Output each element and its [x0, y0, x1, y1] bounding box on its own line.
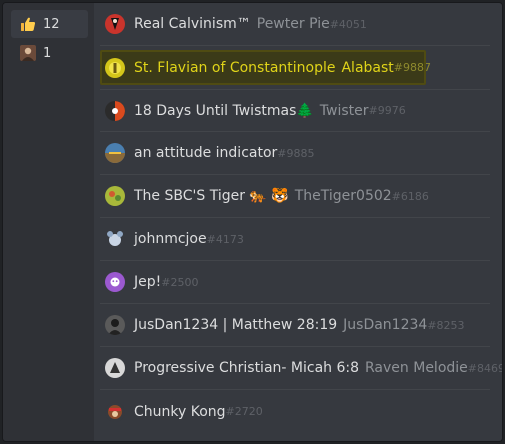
reactor-discriminator: #2720 — [225, 405, 263, 418]
reactions-sidebar: 12 1 — [3, 3, 94, 441]
reactor-nickname: johnmcjoe — [134, 231, 207, 247]
avatar — [105, 100, 125, 121]
reactor-row[interactable]: johnmcjoe #4173 — [100, 218, 490, 261]
avatar — [105, 358, 125, 378]
reactor-username: Raven Melodie — [365, 360, 468, 376]
reactor-discriminator: #4051 — [329, 17, 367, 31]
reactor-discriminator: #2500 — [161, 275, 199, 289]
reactor-row[interactable]: Jep! #2500 — [100, 261, 490, 304]
reactor-row[interactable]: JusDan1234 | Matthew 28:19 JusDan1234 #8… — [100, 304, 490, 347]
reactor-discriminator: #9887 — [393, 61, 431, 74]
reactor-row[interactable]: an attitude indicator #9885 — [100, 132, 490, 175]
reactor-nickname: 18 Days Until Twistmas🌲 — [134, 102, 314, 119]
reactor-discriminator: #9885 — [277, 146, 315, 160]
reactions-popout: 12 1 Real Calvinism™ Pewter Pie #4051 St… — [2, 2, 503, 442]
reactor-discriminator: #8469 — [467, 361, 503, 375]
reactor-username: Twister — [319, 102, 369, 119]
reaction-count: 1 — [43, 45, 52, 61]
avatar — [105, 229, 125, 249]
reactor-nickname: Real Calvinism™ — [134, 16, 251, 32]
reactor-nickname: The SBC'S Tiger 🐅 🐯 — [134, 188, 289, 204]
avatar — [105, 57, 125, 78]
reaction-custom-emoji[interactable]: 1 — [11, 39, 88, 67]
avatar — [105, 143, 125, 163]
reactor-discriminator: #4173 — [206, 232, 244, 246]
avatar — [105, 14, 125, 34]
reactor-row[interactable]: Progressive Christian- Micah 6:8 Raven M… — [100, 347, 502, 390]
reactor-row[interactable]: Chunky Kong #2720 — [100, 390, 490, 433]
reactor-discriminator: #9976 — [368, 104, 406, 117]
avatar — [105, 401, 125, 422]
reactor-nickname: Progressive Christian- Micah 6:8 — [134, 360, 360, 376]
reaction-thumbs-up[interactable]: 12 — [11, 10, 88, 38]
reactor-row[interactable]: Real Calvinism™ Pewter Pie #4051 — [100, 3, 490, 46]
reactors-list: Real Calvinism™ Pewter Pie #4051 St. Fla… — [94, 3, 502, 441]
user-avatar-emoji-icon — [19, 44, 37, 62]
reactor-nickname: Jep! — [134, 274, 162, 290]
reactor-row-highlighted[interactable]: St. Flavian of Constantinople Alabast #9… — [100, 50, 431, 85]
avatar — [105, 272, 125, 292]
reactor-nickname: St. Flavian of Constantinople — [134, 59, 336, 76]
avatar — [105, 315, 125, 335]
reactor-discriminator: #6186 — [391, 189, 429, 203]
reactor-username: TheTiger0502 — [294, 188, 392, 204]
reactor-username: JusDan1234 — [343, 317, 428, 333]
reactor-row[interactable]: 18 Days Until Twistmas🌲 Twister #9976 — [100, 89, 490, 132]
avatar — [105, 186, 125, 206]
reactor-discriminator: #8253 — [427, 318, 465, 332]
reactor-username: Alabast — [341, 59, 394, 76]
reactor-nickname: Chunky Kong — [134, 403, 226, 420]
reactor-nickname: JusDan1234 | Matthew 28:19 — [134, 317, 338, 333]
thumbs-up-icon — [19, 15, 37, 33]
reactor-username: Pewter Pie — [256, 16, 330, 32]
reactor-row[interactable]: The SBC'S Tiger 🐅 🐯 TheTiger0502 #6186 — [100, 175, 490, 218]
reactor-nickname: an attitude indicator — [134, 145, 278, 161]
reaction-count: 12 — [43, 16, 60, 32]
